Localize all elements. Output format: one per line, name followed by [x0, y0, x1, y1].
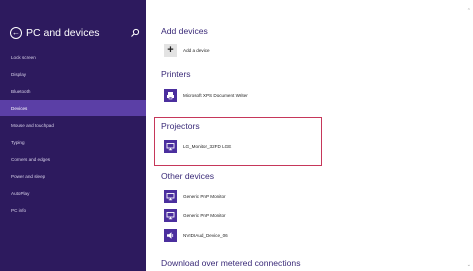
- sidebar-item-label: Corners and edges: [11, 156, 51, 162]
- plus-icon: +: [164, 43, 177, 57]
- sidebar-item-pc-info[interactable]: PC info: [0, 202, 146, 218]
- device-label: Microsoft XPS Document Writer: [183, 92, 248, 98]
- page-title: PC and devices: [26, 27, 100, 39]
- device-label: LG_Monitor_32FD LGE: [183, 143, 232, 149]
- device-item[interactable]: NVIDIAud_Device_06: [164, 228, 228, 242]
- sidebar-item-power-and-sleep[interactable]: Power and sleep: [0, 168, 146, 184]
- sidebar-item-corners-and-edges[interactable]: Corners and edges: [0, 151, 146, 167]
- sidebar-item-mouse-and-touchpad[interactable]: Mouse and touchpad: [0, 117, 146, 133]
- device-label: Generic PnP Monitor: [183, 193, 226, 199]
- sidebar-header: ← PC and devices: [10, 26, 140, 40]
- sidebar-item-lock-screen[interactable]: Lock screen: [0, 49, 146, 65]
- printer-icon: [164, 88, 177, 102]
- search-icon[interactable]: [130, 28, 140, 38]
- sidebar-item-label: Typing: [11, 139, 25, 145]
- sidebar-item-label: Bluetooth: [11, 88, 31, 94]
- sidebar-item-devices[interactable]: Devices: [0, 100, 146, 116]
- sidebar-item-label: PC info: [11, 207, 27, 213]
- scroll-down-icon[interactable]: ⌄: [467, 263, 471, 268]
- sidebar-item-label: Display: [11, 71, 27, 77]
- add-device-label: Add a device: [183, 47, 210, 53]
- sidebar-item-label: Power and sleep: [11, 173, 46, 179]
- device-label: Generic PnP Monitor: [183, 212, 226, 218]
- sidebar-item-label: Devices: [11, 105, 28, 111]
- sidebar-item-typing[interactable]: Typing: [0, 134, 146, 150]
- metered-connections-title: Download over metered connections: [161, 258, 301, 268]
- sidebar-item-display[interactable]: Display: [0, 66, 146, 82]
- monitor-icon: [164, 208, 177, 222]
- speaker-icon: [164, 228, 177, 242]
- device-item[interactable]: LG_Monitor_32FD LGE: [164, 139, 231, 153]
- sidebar-item-autoplay[interactable]: AutoPlay: [0, 185, 146, 201]
- add-device-button[interactable]: + Add a device: [164, 43, 210, 57]
- add-devices-title: Add devices: [161, 26, 208, 36]
- device-label: NVIDIAud_Device_06: [183, 232, 228, 238]
- device-item[interactable]: Generic PnP Monitor: [164, 208, 226, 222]
- sidebar-item-label: AutoPlay: [11, 190, 30, 196]
- main-content: ⌃ Add devices + Add a device Printers Mi…: [146, 0, 473, 271]
- back-arrow-icon[interactable]: ←: [10, 27, 22, 39]
- sidebar-item-label: Mouse and touchpad: [11, 122, 54, 128]
- printers-title: Printers: [161, 69, 191, 79]
- monitor-icon: [164, 189, 177, 203]
- scroll-up-icon[interactable]: ⌃: [467, 9, 471, 14]
- sidebar-item-bluetooth[interactable]: Bluetooth: [0, 83, 146, 99]
- device-item[interactable]: Microsoft XPS Document Writer: [164, 88, 248, 102]
- device-item[interactable]: Generic PnP Monitor: [164, 189, 226, 203]
- other-devices-title: Other devices: [161, 171, 215, 181]
- monitor-icon: [164, 139, 177, 153]
- projectors-title: Projectors: [161, 121, 200, 131]
- sidebar-item-label: Lock screen: [11, 54, 36, 60]
- sidebar: ← PC and devices Lock screen Display Blu…: [0, 0, 146, 271]
